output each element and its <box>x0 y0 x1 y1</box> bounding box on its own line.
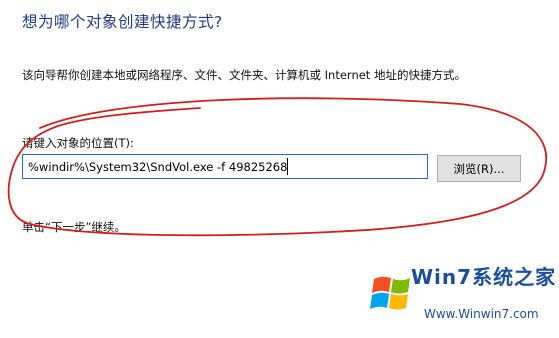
watermark-url: Www.Winwin7.com <box>424 307 539 321</box>
location-label: 请键入对象的位置(T): <box>22 136 134 150</box>
watermark-logo: Win7系统之家 Www.Winwin7.com <box>362 255 559 334</box>
watermark-brand: Win7系统之家 <box>411 265 557 289</box>
page-heading: 想为哪个对象创建快捷方式? <box>22 13 223 31</box>
wizard-description: 该向导帮你创建本地或网络程序、文件、文件夹、计算机或 Internet 地址的快… <box>22 68 466 82</box>
text-caret <box>287 158 288 175</box>
location-input[interactable] <box>22 154 428 179</box>
browse-button[interactable]: 浏览(R)... <box>437 155 521 182</box>
next-hint: 单击“下一步”继续。 <box>22 220 126 234</box>
